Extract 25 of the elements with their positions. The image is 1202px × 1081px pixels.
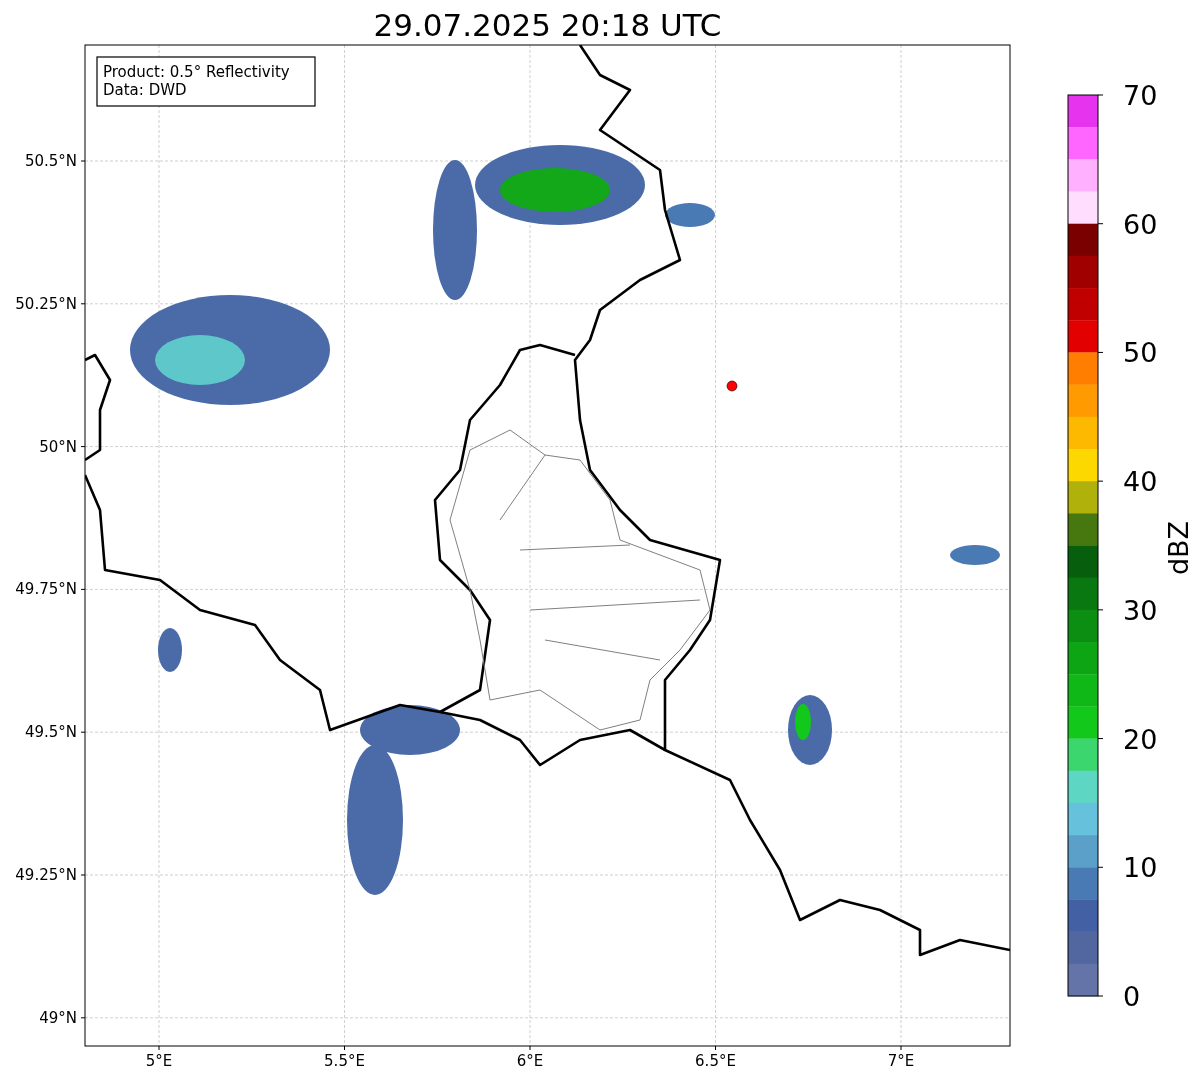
colorbar-tick-label: 50 — [1123, 337, 1158, 369]
colorbar-tick-label: 0 — [1123, 981, 1141, 1012]
info-text: Data: DWD — [103, 81, 187, 99]
axis-tick-label: 5°E — [145, 1052, 173, 1070]
colorbar-tick-label: 20 — [1123, 723, 1158, 755]
colorbar-label: dBZ — [1163, 520, 1194, 576]
chart-title: 29.07.2025 20:18 UTC — [373, 7, 722, 43]
axis-tick-label: 50.25°N — [15, 294, 77, 313]
axis-tick-label: 7°E — [887, 1052, 915, 1070]
colorbar-tick-label: 40 — [1123, 466, 1158, 498]
axis-tick-label: 49.75°N — [15, 580, 77, 599]
colorbar-tick-label: 30 — [1123, 594, 1158, 626]
axis-tick-label: 50.5°N — [24, 152, 77, 170]
axis-tick-label: 50°N — [39, 437, 77, 456]
axis-tick-label: 49°N — [39, 1008, 77, 1027]
axis-tick-label: 49.5°N — [24, 723, 77, 742]
colorbar-tick-label: 10 — [1123, 852, 1158, 884]
colorbar-tick-label: 60 — [1123, 208, 1158, 240]
axis-tick-label: 6.5°E — [695, 1052, 736, 1070]
axis-tick-label: 6°E — [516, 1052, 544, 1070]
axis-tick-label: 5.5°E — [324, 1052, 365, 1070]
info-text: Product: 0.5° Reflectivity — [103, 63, 290, 81]
axis-tick-label: 49.25°N — [15, 866, 77, 884]
colorbar-tick-label: 70 — [1123, 80, 1158, 111]
location-marker — [726, 380, 738, 392]
